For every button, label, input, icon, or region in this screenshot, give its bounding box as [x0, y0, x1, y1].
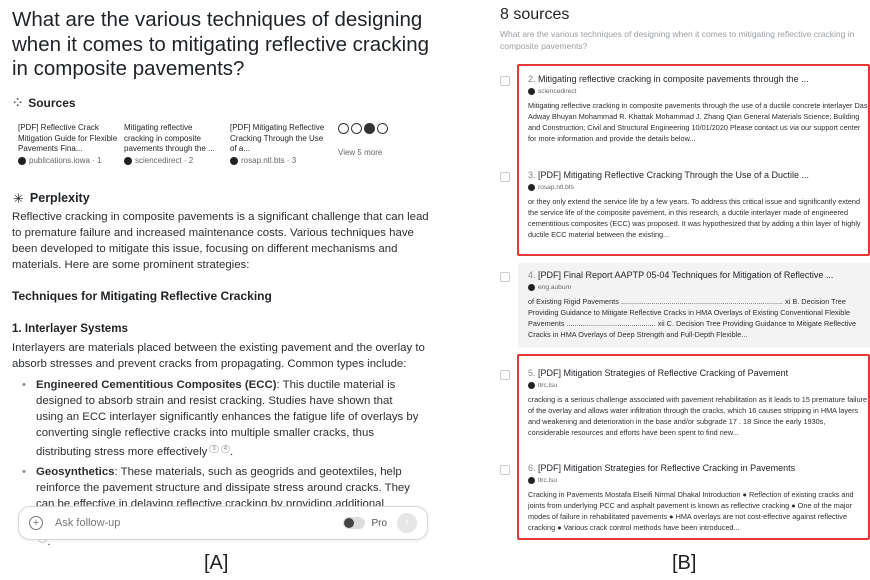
view-more-link: View 5 more: [338, 148, 383, 157]
sources-icon: ⁘: [13, 96, 23, 109]
caption-a: [A]: [204, 552, 229, 574]
select-checkbox[interactable]: [500, 76, 510, 86]
source-card-1[interactable]: [PDF] Reflective Crack Mitigation Guide …: [18, 123, 118, 167]
site-favicon-icon: [124, 157, 132, 166]
sources-question: What are the various techniques of desig…: [500, 29, 855, 51]
list-item: Engineered Cementitious Composites (ECC)…: [20, 377, 420, 460]
source-card-meta: rosap.ntl.bts · 3: [241, 156, 297, 165]
sources-header: ⁘ Sources: [13, 96, 76, 110]
pro-label: Pro: [371, 517, 387, 529]
interlayer-text: Interlayers are materials placed between…: [12, 342, 425, 370]
perplexity-header: ✳ Perplexity: [13, 191, 90, 205]
item-number: 4.: [528, 270, 536, 280]
source-card-title: [PDF] Mitigating Reflective Cracking Thr…: [230, 123, 325, 153]
sources-count: 8 sources: [500, 6, 570, 23]
pro-toggle[interactable]: [343, 517, 366, 529]
answer-intro: Reflective cracking in composite pavemen…: [12, 211, 429, 271]
perplexity-logo-icon: ✳: [13, 190, 24, 206]
source-card-title: [PDF] Reflective Crack Mitigation Guide …: [18, 123, 118, 153]
source-card-2[interactable]: Mitigating reflective cracking in compos…: [124, 123, 224, 167]
follow-up-bar: + Ask follow-up Pro ↑: [18, 506, 428, 540]
site-favicon-icon: [338, 123, 349, 134]
answer-panel: What are the various techniques of desig…: [0, 0, 440, 548]
follow-up-input[interactable]: Ask follow-up: [55, 517, 343, 529]
highlight-box: [517, 64, 870, 256]
interlayer-heading: 1. Interlayer Systems: [12, 322, 129, 335]
item-snippet: of Existing Rigid Pavements ............…: [528, 297, 857, 339]
source-card-3[interactable]: [PDF] Mitigating Reflective Cracking Thr…: [230, 123, 330, 167]
caption-b: [B]: [672, 552, 697, 574]
citation-badge[interactable]: 3: [209, 445, 219, 453]
site-favicon-icon: [18, 157, 26, 166]
source-card-meta: publications.iowa · 1: [29, 156, 102, 165]
send-arrow-icon[interactable]: ↑: [397, 513, 417, 533]
site-favicon-icon: [230, 157, 238, 166]
answer-heading: Perplexity: [29, 191, 90, 205]
site-favicon-icon: [528, 284, 535, 291]
citation-badge[interactable]: 4: [220, 445, 231, 453]
select-checkbox[interactable]: [500, 272, 510, 282]
plus-icon[interactable]: +: [29, 516, 43, 530]
select-checkbox[interactable]: [500, 370, 510, 380]
item-site: eng.auburn: [538, 284, 572, 291]
select-checkbox[interactable]: [500, 465, 510, 475]
view-more-card[interactable]: View 5 more: [338, 123, 438, 159]
site-favicon-icon: [377, 123, 388, 134]
site-favicon-icon: [351, 123, 362, 134]
sources-heading: Sources: [28, 96, 76, 110]
question-title: What are the various techniques of desig…: [12, 8, 430, 80]
select-checkbox[interactable]: [500, 172, 510, 182]
highlight-box: [517, 354, 870, 540]
techniques-heading: Techniques for Mitigating Reflective Cra…: [12, 289, 272, 303]
site-favicon-icon: [364, 123, 375, 134]
source-card-meta: sciencedirect · 2: [135, 156, 194, 165]
bullet-term: Engineered Cementitious Composites (ECC): [36, 379, 277, 391]
bullet-term: Geosynthetics: [36, 465, 115, 478]
item-title: [PDF] Final Report AAPTP 05-04 Technique…: [538, 270, 834, 280]
source-card-title: Mitigating reflective cracking in compos…: [124, 123, 215, 153]
